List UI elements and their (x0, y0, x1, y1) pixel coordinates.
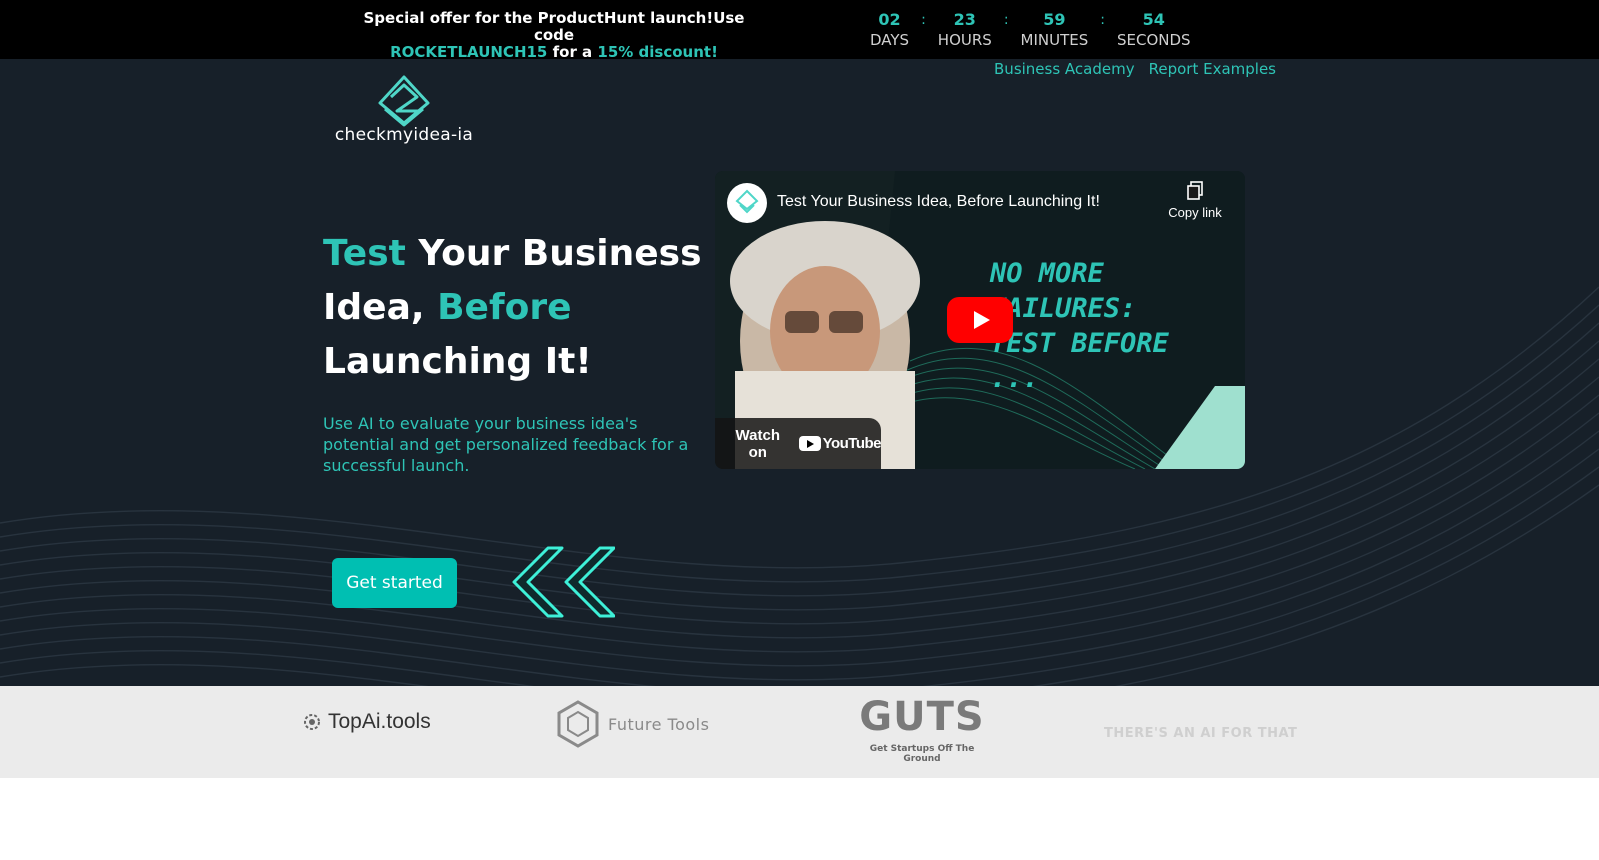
promo-bar: Special offer for the ProductHunt launch… (0, 0, 1599, 61)
channel-logo-icon (735, 189, 759, 214)
copy-icon (1187, 181, 1203, 200)
topai-gear-icon (304, 714, 320, 730)
nav-business-academy[interactable]: Business Academy (994, 59, 1135, 79)
countdown-separator: : (921, 12, 926, 28)
countdown-days: 02 DAYS (870, 10, 909, 50)
double-chevron-left-icon (512, 546, 615, 618)
partner-topai-tools[interactable]: TopAi.tools (302, 710, 431, 734)
future-tools-label: Future Tools (608, 714, 710, 734)
countdown-hours-label: HOURS (937, 31, 992, 49)
partner-future-tools[interactable]: Future Tools (556, 700, 709, 748)
countdown-separator: : (1100, 12, 1105, 28)
headline-before: Before (437, 287, 572, 328)
copy-link-label: Copy link (1168, 205, 1222, 220)
countdown-separator: : (1003, 12, 1009, 28)
tagline-line-1: NO MORE (990, 258, 1104, 289)
countdown-hours-value: 23 (953, 10, 976, 29)
watch-on-youtube-button[interactable]: Watch on YouTube (715, 418, 882, 469)
tagline-line-4: ... (990, 363, 1039, 394)
watch-on-label: Watch on (735, 426, 780, 461)
video-play-button[interactable] (947, 297, 1013, 343)
countdown-timer: 02 DAYS : 23 HOURS : 59 MINUTES : 54 SEC… (870, 10, 1191, 50)
nav-report-examples[interactable]: Report Examples (1149, 59, 1276, 79)
countdown-minutes-label: MINUTES (1020, 31, 1089, 49)
hero-headline: Test Your Business Idea, Before Launchin… (323, 227, 703, 389)
tagline-line-2: FAILURES: (990, 293, 1137, 324)
logo-wordmark: checkmyidea-ia (334, 125, 474, 145)
hero-section: Business Academy Report Examples checkmy… (0, 59, 1599, 686)
guts-subtitle: Get Startups Off The Ground (869, 744, 975, 764)
top-nav: Business Academy Report Examples (994, 59, 1276, 79)
channel-avatar[interactable] (727, 183, 767, 223)
partners-strip: TopAi.tools Future Tools GUTS Get Startu… (0, 686, 1599, 778)
video-tagline: NO MORE FAILURES: TEST BEFORE ... (990, 256, 1169, 396)
future-tools-hex-icon (557, 700, 599, 748)
copy-link-button[interactable]: Copy link (1163, 181, 1227, 220)
countdown-days-value: 02 (878, 10, 901, 29)
youtube-logo: YouTube (798, 435, 882, 452)
get-started-button[interactable]: Get started (332, 558, 457, 608)
partner-theres-an-ai-for-that[interactable]: THERE'S AN AI FOR THAT (1104, 722, 1297, 741)
headline-test: Test (323, 233, 406, 274)
countdown-minutes: 59 MINUTES (1021, 10, 1089, 50)
promo-text: Special offer for the ProductHunt launch… (352, 10, 756, 61)
youtube-play-icon (798, 436, 821, 451)
countdown-seconds-label: SECONDS (1116, 31, 1191, 49)
countdown-seconds-value: 54 (1142, 10, 1165, 29)
youtube-wordmark: YouTube (822, 435, 882, 452)
headline-launching-it: Launching It! (323, 341, 592, 382)
tagline-line-3: TEST BEFORE (990, 328, 1169, 359)
countdown-days-label: DAYS (870, 31, 910, 49)
partner-guts[interactable]: GUTS Get Startups Off The Ground (852, 694, 992, 764)
countdown-seconds: 54 SECONDS (1117, 10, 1191, 50)
video-title[interactable]: Test Your Business Idea, Before Launchin… (777, 193, 1100, 211)
theres-an-ai-for-that-label: THERE'S AN AI FOR THAT (1104, 726, 1298, 741)
youtube-video-embed[interactable]: Test Your Business Idea, Before Launchin… (715, 171, 1245, 469)
countdown-minutes-value: 59 (1043, 10, 1066, 29)
hero-subtitle: Use AI to evaluate your business idea's … (323, 414, 689, 475)
topai-tools-label: TopAi.tools (328, 710, 431, 733)
countdown-hours: 23 HOURS (938, 10, 992, 50)
promo-line: Special offer for the ProductHunt launch… (363, 9, 745, 44)
guts-label: GUTS (859, 694, 985, 740)
